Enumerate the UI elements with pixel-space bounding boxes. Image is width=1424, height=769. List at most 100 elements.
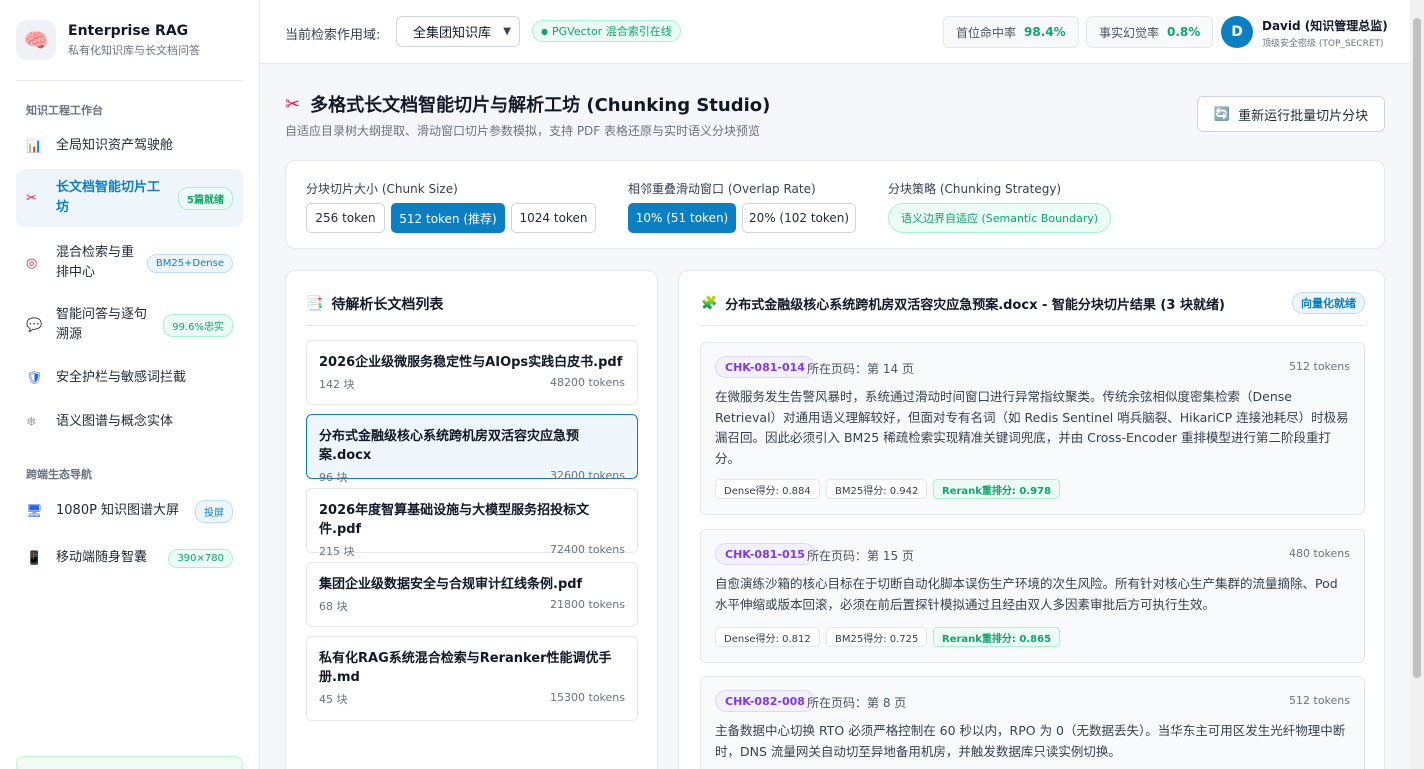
metric-value: 98.4% — [1024, 25, 1066, 39]
document-token-count: 21800 tokens — [550, 598, 625, 611]
document-chunk-count: 215 块 — [319, 545, 355, 558]
document-name: 2026企业级微服务稳定性与AIOps实践白皮书.pdf — [319, 355, 623, 370]
sidebar-item-label: 智能问答与逐句溯源 — [56, 307, 148, 342]
sidebar-item-dashboard[interactable]: 📊 全局知识资产驾驶舱 — [16, 133, 243, 159]
document-name: 私有化RAG系统混合检索与Reranker性能调优手册.md — [319, 651, 612, 685]
sidebar-item-graph[interactable]: ❄ 语义图谱与概念实体 — [16, 409, 243, 435]
rerank-score: Rerank重排分: 0.865 — [933, 627, 1061, 647]
overlap-10-button[interactable]: 10% (51 token) — [628, 203, 736, 233]
sidebar-item-bigscreen[interactable]: 🖥 1080P 知识图谱大屏 投屏 — [16, 498, 243, 524]
bm25-score: BM25得分: 0.942 — [826, 479, 928, 499]
chunk-text: 在微服务发生告警风暴时，系统通过滑动时间窗口进行异常指纹聚类。传统余弦相似度密集… — [715, 389, 1349, 466]
strategy-semantic-button[interactable]: 语义边界自适应 (Semantic Boundary) — [888, 203, 1112, 233]
chunk-tokens: 480 tokens — [1289, 547, 1350, 560]
speech-bubble-icon: 💬 — [26, 317, 43, 333]
page-scrollbar[interactable] — [1410, 0, 1424, 769]
chunk-id-badge: CHK-081-014 — [715, 356, 815, 378]
scissors-icon: ✂ — [285, 93, 301, 115]
strategy-label: 分块策略 (Chunking Strategy) — [888, 182, 1062, 196]
sidebar-badge: 5篇就绪 — [178, 186, 233, 210]
sidebar-badge: 390×780 — [168, 548, 233, 568]
section-workbench: 知识工程工作台 — [26, 104, 103, 117]
user-name[interactable]: David (知识管理总监) — [1262, 17, 1388, 34]
chunk-config-card: 分块切片大小 (Chunk Size) 256 token 512 token … — [285, 160, 1385, 249]
avatar[interactable]: D — [1221, 16, 1253, 48]
sidebar-badge: BM25+Dense — [146, 253, 233, 273]
chunk-id-badge: CHK-081-015 — [715, 543, 815, 565]
document-stack-icon: 📑 — [306, 296, 324, 312]
brain-icon: 🧠 — [16, 20, 56, 60]
scope-select-value: 全集团知识库 — [413, 26, 492, 41]
document-chunk-count: 45 块 — [319, 693, 348, 706]
sidebar-item-retrieval[interactable]: ◎ 混合检索与重排中心 BM25+Dense — [16, 240, 243, 286]
sidebar-item-guardrail[interactable]: 🛡 安全护栏与敏感词拦截 — [16, 365, 243, 391]
sidebar-item-label: 全局知识资产驾驶舱 — [56, 138, 174, 153]
chunk-card[interactable]: CHK-082-008 所在页码：第 8 页 512 tokens 主备数据中心… — [700, 676, 1365, 769]
divider — [699, 325, 1364, 326]
document-name: 集团企业级数据安全与合规审计红线条例.pdf — [319, 577, 583, 592]
pgvector-status-badge: ● PGVector 混合索引在线 — [532, 20, 681, 42]
divider — [306, 325, 637, 326]
chunk-text: 主备数据中心切换 RTO 必须严格控制在 60 秒以内，RPO 为 0（无数据丢… — [715, 723, 1346, 759]
document-item[interactable]: 集团企业级数据安全与合规审计红线条例.pdf 68 块 21800 tokens — [306, 562, 638, 627]
document-item[interactable]: 2026企业级微服务稳定性与AIOps实践白皮书.pdf 142 块 48200 … — [306, 340, 638, 405]
document-list-title: 📑 待解析长文档列表 — [306, 294, 443, 314]
chunk-page: 所在页码：第 14 页 — [807, 362, 914, 376]
chunk-id-badge: CHK-082-008 — [715, 690, 815, 712]
snowflake-icon: ❄ — [26, 414, 37, 430]
pgvector-status-text: PGVector 混合索引在线 — [551, 25, 672, 38]
sidebar-item-chunking[interactable]: ✂ 长文档智能切片工坊 5篇就绪 — [16, 169, 243, 227]
sidebar-item-qa[interactable]: 💬 智能问答与逐句溯源 99.6%忠实 — [16, 302, 243, 348]
sidebar-item-label: 移动端随身智囊 — [56, 550, 148, 565]
page-title-text: 多格式长文档智能切片与解析工坊 (Chunking Studio) — [310, 95, 771, 116]
document-chunk-count: 68 块 — [319, 600, 348, 613]
overlap-label: 相邻重叠滑动窗口 (Overlap Rate) — [628, 182, 816, 196]
chunk-card[interactable]: CHK-081-015 所在页码：第 15 页 480 tokens 自愈演练沙… — [700, 529, 1365, 663]
scrollbar-thumb[interactable] — [1413, 18, 1421, 678]
vectorized-status-badge: 向量化就绪 — [1292, 292, 1365, 314]
document-token-count: 48200 tokens — [550, 376, 625, 389]
metric-hallucination-rate: 事实幻觉率 0.8% — [1086, 16, 1214, 48]
document-item[interactable]: 2026年度智算基础设施与大模型服务招投标文件.pdf 215 块 72400 t… — [306, 488, 638, 558]
monitor-icon: 🖥 — [26, 503, 43, 519]
sidebar-item-label: 1080P 知识图谱大屏 — [56, 503, 180, 518]
page-subtitle: 自适应目录树大纲提取、滑动窗口切片参数模拟，支持 PDF 表格还原与实时语义分块… — [285, 124, 761, 138]
sidebar-item-label: 语义图谱与概念实体 — [56, 414, 174, 429]
target-icon: ◎ — [26, 255, 38, 271]
sidebar-item-label: 混合检索与重排中心 — [56, 245, 135, 280]
dense-score: Dense得分: 0.812 — [715, 627, 820, 647]
sidebar-badge: 投屏 — [195, 499, 233, 523]
topbar: 当前检索作用域: 全集团知识库 ▼ ● PGVector 混合索引在线 首位命中… — [260, 0, 1410, 64]
sidebar: 🧠 Enterprise RAG 私有化知识库与长文档问答 知识工程工作台 📊 … — [0, 0, 260, 769]
scope-select[interactable]: 全集团知识库 ▼ — [396, 16, 520, 47]
document-token-count: 15300 tokens — [550, 691, 625, 704]
sidebar-item-label: 安全护栏与敏感词拦截 — [56, 370, 187, 385]
chunk-size-512-button[interactable]: 512 token (推荐) — [391, 203, 505, 233]
chunk-size-label: 分块切片大小 (Chunk Size) — [306, 182, 458, 196]
scope-label: 当前检索作用域: — [285, 28, 381, 43]
page-title: ✂ 多格式长文档智能切片与解析工坊 (Chunking Studio) — [285, 91, 770, 117]
document-token-count: 32600 tokens — [550, 469, 625, 482]
sidebar-item-label: 长文档智能切片工坊 — [56, 180, 161, 215]
chunk-size-256-button[interactable]: 256 token — [306, 203, 385, 233]
bar-chart-icon: 📊 — [26, 138, 43, 154]
document-chunk-count: 96 块 — [319, 471, 348, 484]
metric-hit-rate: 首位命中率 98.4% — [943, 16, 1079, 48]
document-name: 分布式金融级核心系统跨机房双活容灾应急预案.docx — [319, 429, 580, 463]
chunk-card[interactable]: CHK-081-014 所在页码：第 14 页 512 tokens 在微服务发… — [700, 342, 1365, 515]
brand[interactable]: 🧠 Enterprise RAG 私有化知识库与长文档问答 — [16, 20, 200, 60]
brand-subtitle: 私有化知识库与长文档问答 — [68, 43, 200, 57]
rerank-score: Rerank重排分: 0.978 — [933, 479, 1061, 499]
overlap-20-button[interactable]: 20% (102 token) — [742, 203, 856, 233]
document-item[interactable]: 私有化RAG系统混合检索与Reranker性能调优手册.md 45 块 15300… — [306, 636, 638, 721]
document-item-selected[interactable]: 分布式金融级核心系统跨机房双活容灾应急预案.docx 96 块 32600 tok… — [306, 414, 638, 484]
metric-label: 事实幻觉率 — [1099, 25, 1160, 40]
shield-icon: 🛡 — [26, 370, 43, 386]
puzzle-icon: 🧩 — [701, 296, 718, 311]
sidebar-item-mobile[interactable]: 📱 移动端随身智囊 390×780 — [16, 545, 243, 571]
document-token-count: 72400 tokens — [550, 543, 625, 556]
chunk-size-1024-button[interactable]: 1024 token — [511, 203, 596, 233]
rerun-chunking-button[interactable]: 🔄 重新运行批量切片分块 — [1197, 96, 1385, 132]
status-dot-icon: ● — [541, 26, 548, 36]
panel-title-text: 分布式金融级核心系统跨机房双活容灾应急预案.docx - 智能分块切片结果 (3… — [725, 298, 1225, 313]
